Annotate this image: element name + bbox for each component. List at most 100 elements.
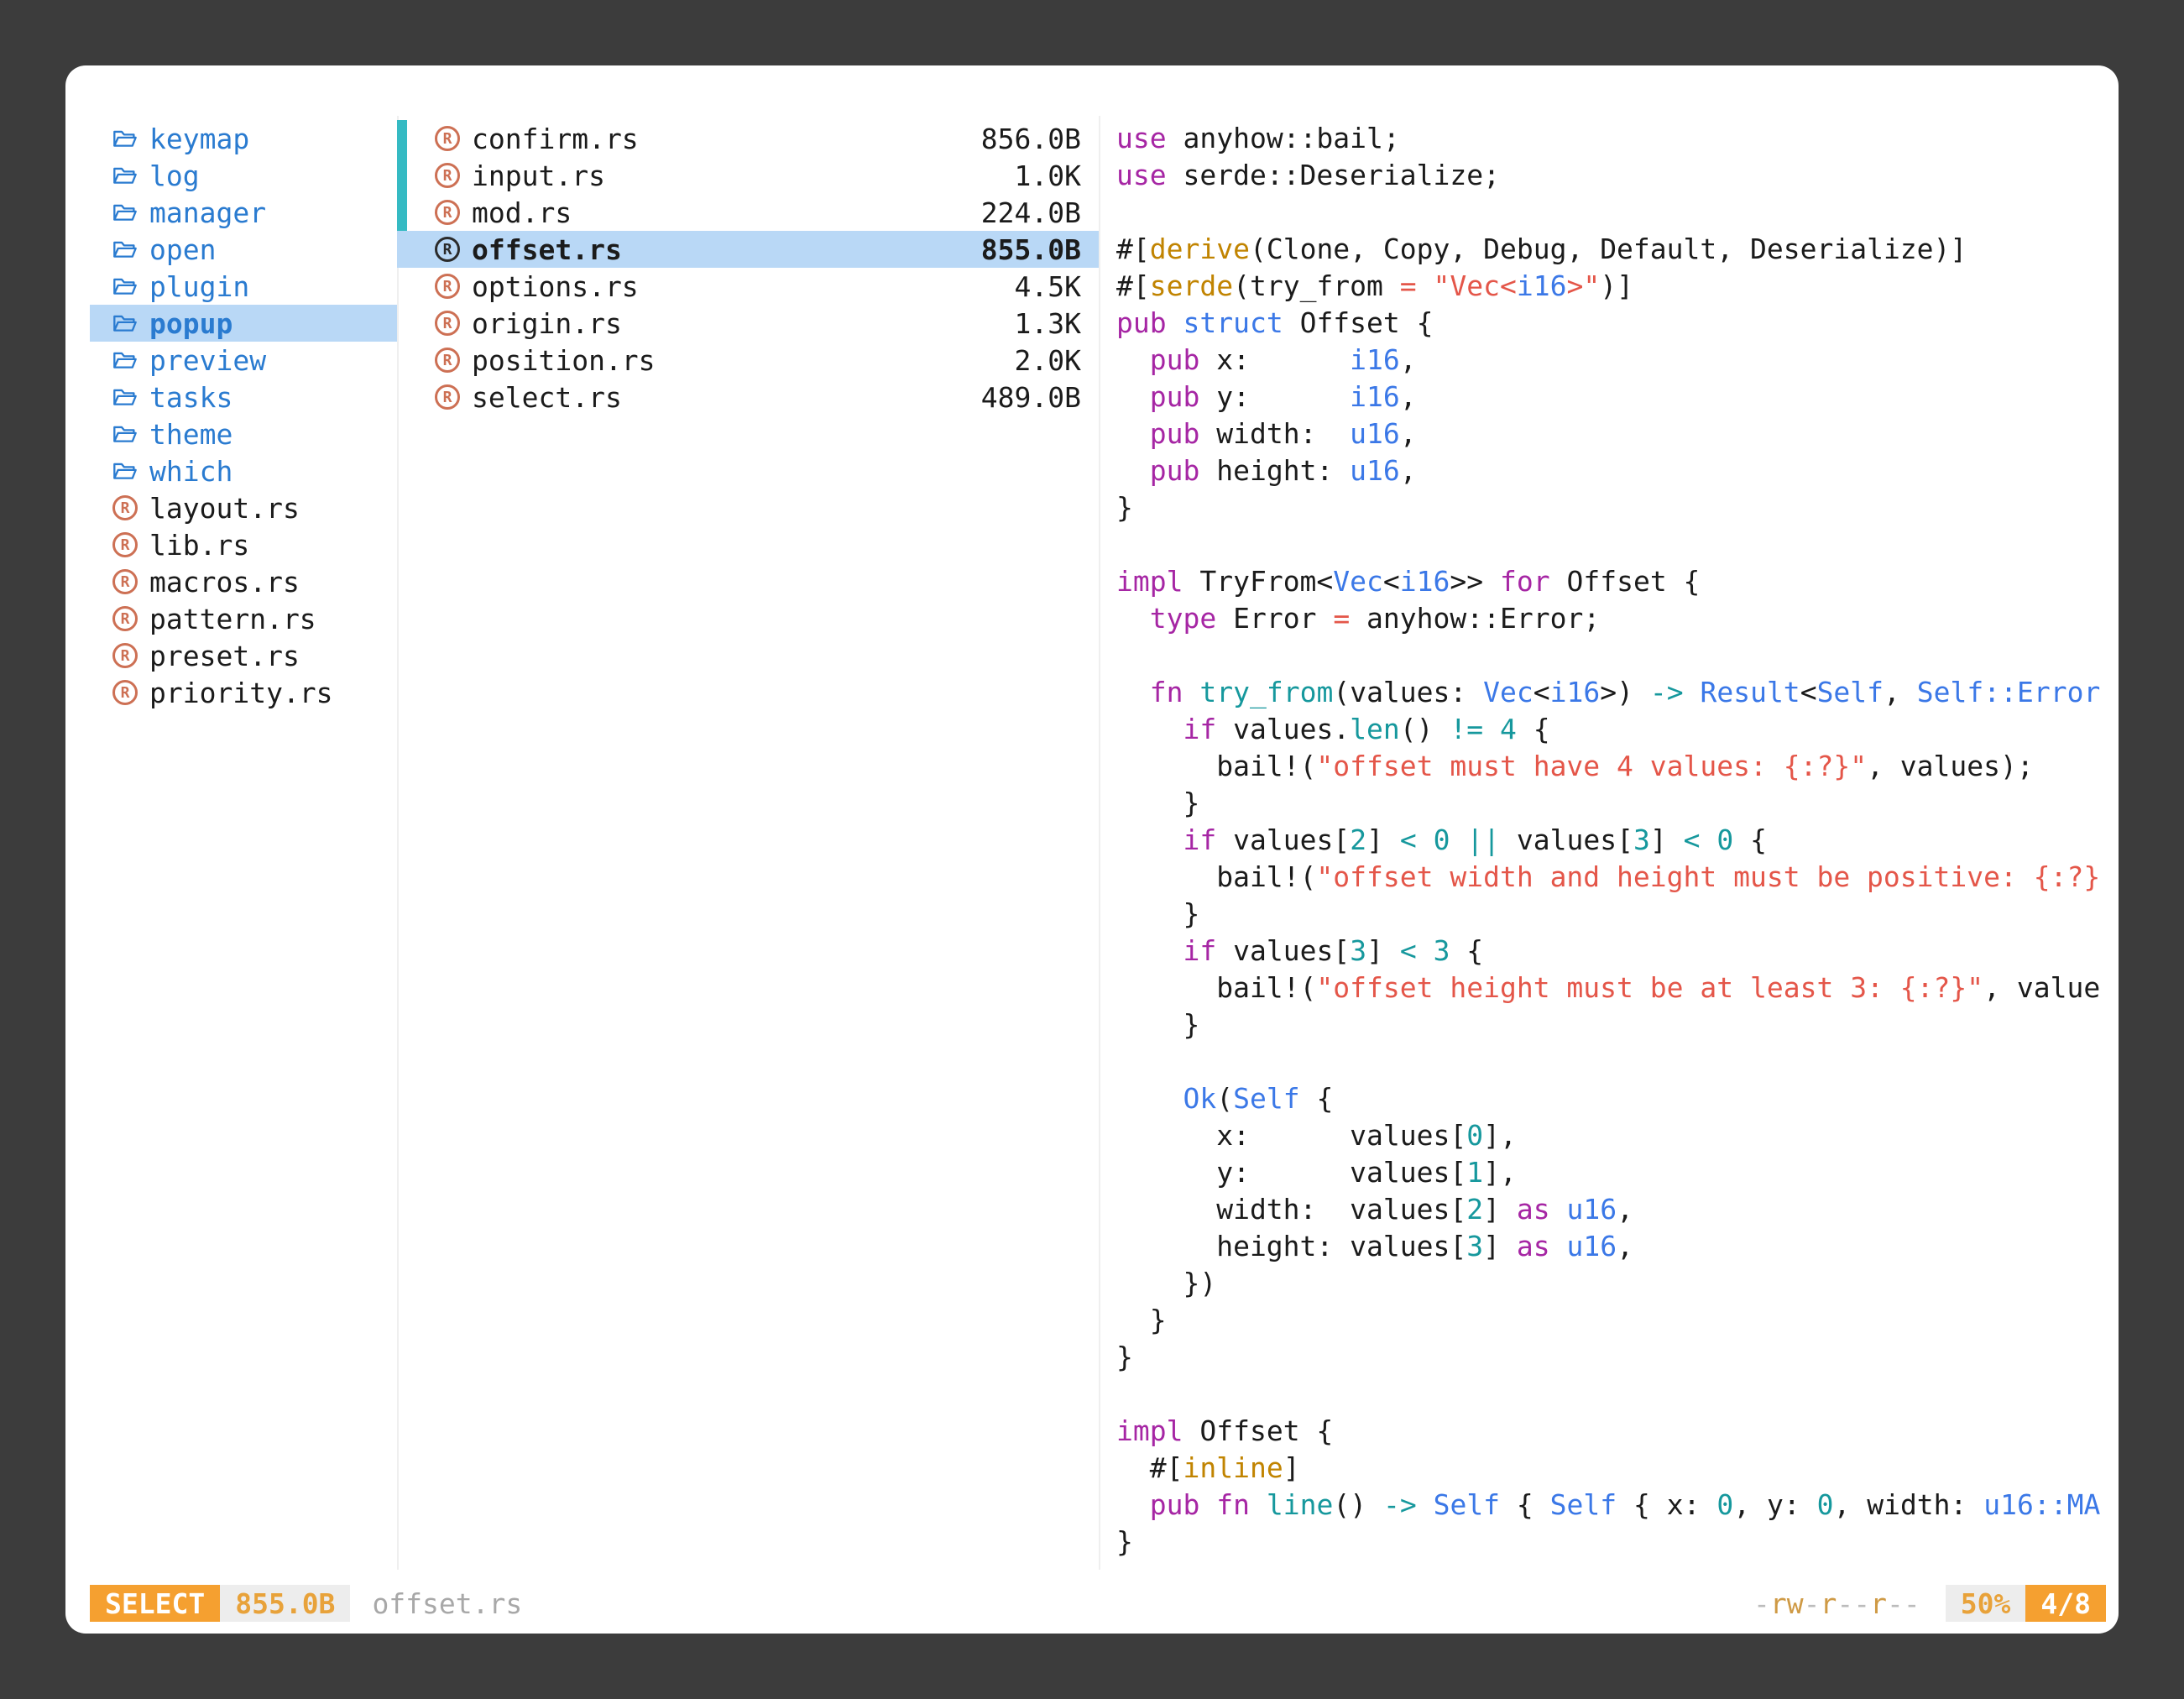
rust-file-icon: R: [112, 569, 138, 594]
file-item-pattern-rs[interactable]: Rpattern.rs: [90, 600, 397, 637]
dir-item-tasks[interactable]: tasks: [90, 379, 397, 416]
folder-icon: [112, 238, 138, 260]
code-line: }: [1116, 785, 2118, 822]
dir-item-open[interactable]: open: [90, 231, 397, 268]
rust-file-icon: R: [435, 237, 460, 262]
file-item-origin-rs[interactable]: Rorigin.rs1.3K: [397, 305, 1099, 342]
file-name: select.rs: [472, 381, 622, 414]
file-item-macros-rs[interactable]: Rmacros.rs: [90, 563, 397, 600]
folder-icon: [112, 386, 138, 408]
folder-icon: [112, 128, 138, 149]
file-item-mod-rs[interactable]: Rmod.rs224.0B: [397, 194, 1099, 231]
file-item-preset-rs[interactable]: Rpreset.rs: [90, 637, 397, 674]
file-item-options-rs[interactable]: Roptions.rs 4.5K: [397, 268, 1099, 305]
file-item-input-rs[interactable]: Rinput.rs 1.0K: [397, 157, 1099, 194]
code-line: pub x: i16,: [1116, 342, 2118, 379]
file-size: 224.0B: [981, 196, 1081, 229]
code-line: use serde::Deserialize;: [1116, 157, 2118, 194]
file-item-layout-rs[interactable]: Rlayout.rs: [90, 489, 397, 526]
item-label: pattern.rs: [149, 603, 316, 635]
item-label: popup: [149, 307, 233, 340]
status-bar: SELECT 855.0B offset.rs -rw-r--r-- 50% 4…: [90, 1585, 2106, 1622]
code-line: #[derive(Clone, Copy, Debug, Default, De…: [1116, 231, 2118, 268]
code-line: pub fn line() -> Self { Self { x: 0, y: …: [1116, 1487, 2118, 1524]
item-label: macros.rs: [149, 566, 300, 599]
code-line: width: values[2] as u16,: [1116, 1191, 2118, 1228]
code-line: pub y: i16,: [1116, 379, 2118, 416]
code-line: bail!("offset height must be at least 3:…: [1116, 970, 2118, 1006]
item-label: theme: [149, 418, 233, 451]
code-line: #[inline]: [1116, 1450, 2118, 1487]
percent-badge: 50%: [1946, 1585, 2026, 1622]
code-line: }): [1116, 1265, 2118, 1302]
rust-file-icon: R: [435, 384, 460, 410]
rust-file-icon: R: [112, 680, 138, 705]
permissions: -rw-r--r--: [1753, 1587, 1920, 1620]
file-manager-window: keymap log manageropenplugin popup previewta…: [65, 65, 2119, 1634]
file-name: mod.rs: [472, 196, 572, 229]
file-size: 4.5K: [1015, 270, 1081, 303]
file-name: options.rs: [472, 270, 639, 303]
file-size: 2.0K: [1015, 344, 1081, 377]
mode-badge: SELECT: [90, 1585, 220, 1622]
file-name: confirm.rs: [472, 123, 639, 155]
rust-file-icon: R: [435, 348, 460, 373]
code-line: }: [1116, 896, 2118, 933]
folder-icon: [112, 349, 138, 371]
code-line: impl Offset {: [1116, 1413, 2118, 1450]
size-badge: 855.0B: [220, 1585, 350, 1622]
item-label: log: [149, 159, 200, 192]
file-item-confirm-rs[interactable]: Rconfirm.rs856.0B: [397, 120, 1099, 157]
folder-icon: [112, 275, 138, 297]
item-label: preview: [149, 344, 266, 377]
item-label: layout.rs: [149, 492, 300, 525]
item-label: keymap: [149, 123, 249, 155]
code-line: if values[3] < 3 {: [1116, 933, 2118, 970]
file-item-priority-rs[interactable]: Rpriority.rs: [90, 674, 397, 711]
item-label: which: [149, 455, 233, 488]
code-line: }: [1116, 1524, 2118, 1560]
rust-file-icon: R: [435, 274, 460, 299]
dir-item-popup[interactable]: popup: [90, 305, 397, 342]
file-item-lib-rs[interactable]: Rlib.rs: [90, 526, 397, 563]
code-line: bail!("offset must have 4 values: {:?}",…: [1116, 748, 2118, 785]
preview-pane: use anyhow::bail;use serde::Deserialize;…: [1116, 120, 2118, 1560]
file-item-select-rs[interactable]: Rselect.rs489.0B: [397, 379, 1099, 416]
code-line: [1116, 1376, 2118, 1413]
code-line: bail!("offset width and height must be p…: [1116, 859, 2118, 896]
rust-file-icon: R: [112, 532, 138, 557]
dir-item-preview[interactable]: preview: [90, 342, 397, 379]
item-label: preset.rs: [149, 640, 300, 672]
code-line: }: [1116, 489, 2118, 526]
item-label: manager: [149, 196, 266, 229]
dir-item-plugin[interactable]: plugin: [90, 268, 397, 305]
rust-file-icon: R: [112, 495, 138, 520]
code-line: [1116, 637, 2118, 674]
file-item-offset-rs[interactable]: Roffset.rs855.0B: [397, 231, 1099, 268]
file-name: position.rs: [472, 344, 656, 377]
rust-file-icon: R: [435, 163, 460, 188]
dir-item-keymap[interactable]: keymap: [90, 120, 397, 157]
dir-item-log[interactable]: log: [90, 157, 397, 194]
item-label: priority.rs: [149, 677, 333, 709]
code-line: }: [1116, 1339, 2118, 1376]
file-item-position-rs[interactable]: Rposition.rs 2.0K: [397, 342, 1099, 379]
item-label: plugin: [149, 270, 249, 303]
dir-item-manager[interactable]: manager: [90, 194, 397, 231]
file-name: input.rs: [472, 159, 605, 192]
status-right: -rw-r--r-- 50% 4/8: [1753, 1585, 2106, 1622]
dir-item-theme[interactable]: theme: [90, 416, 397, 452]
rust-file-icon: R: [112, 643, 138, 668]
position-badge: 4/8: [2025, 1585, 2106, 1622]
file-size: 1.0K: [1015, 159, 1081, 192]
rust-file-icon: R: [435, 311, 460, 336]
code-line: [1116, 1043, 2118, 1080]
code-line: }: [1116, 1302, 2118, 1339]
code-line: type Error = anyhow::Error;: [1116, 600, 2118, 637]
code-line: [1116, 194, 2118, 231]
status-filename: offset.rs: [372, 1587, 522, 1620]
file-name: origin.rs: [472, 307, 622, 340]
code-line: y: values[1],: [1116, 1154, 2118, 1191]
rust-file-icon: R: [112, 606, 138, 631]
dir-item-which[interactable]: which: [90, 452, 397, 489]
